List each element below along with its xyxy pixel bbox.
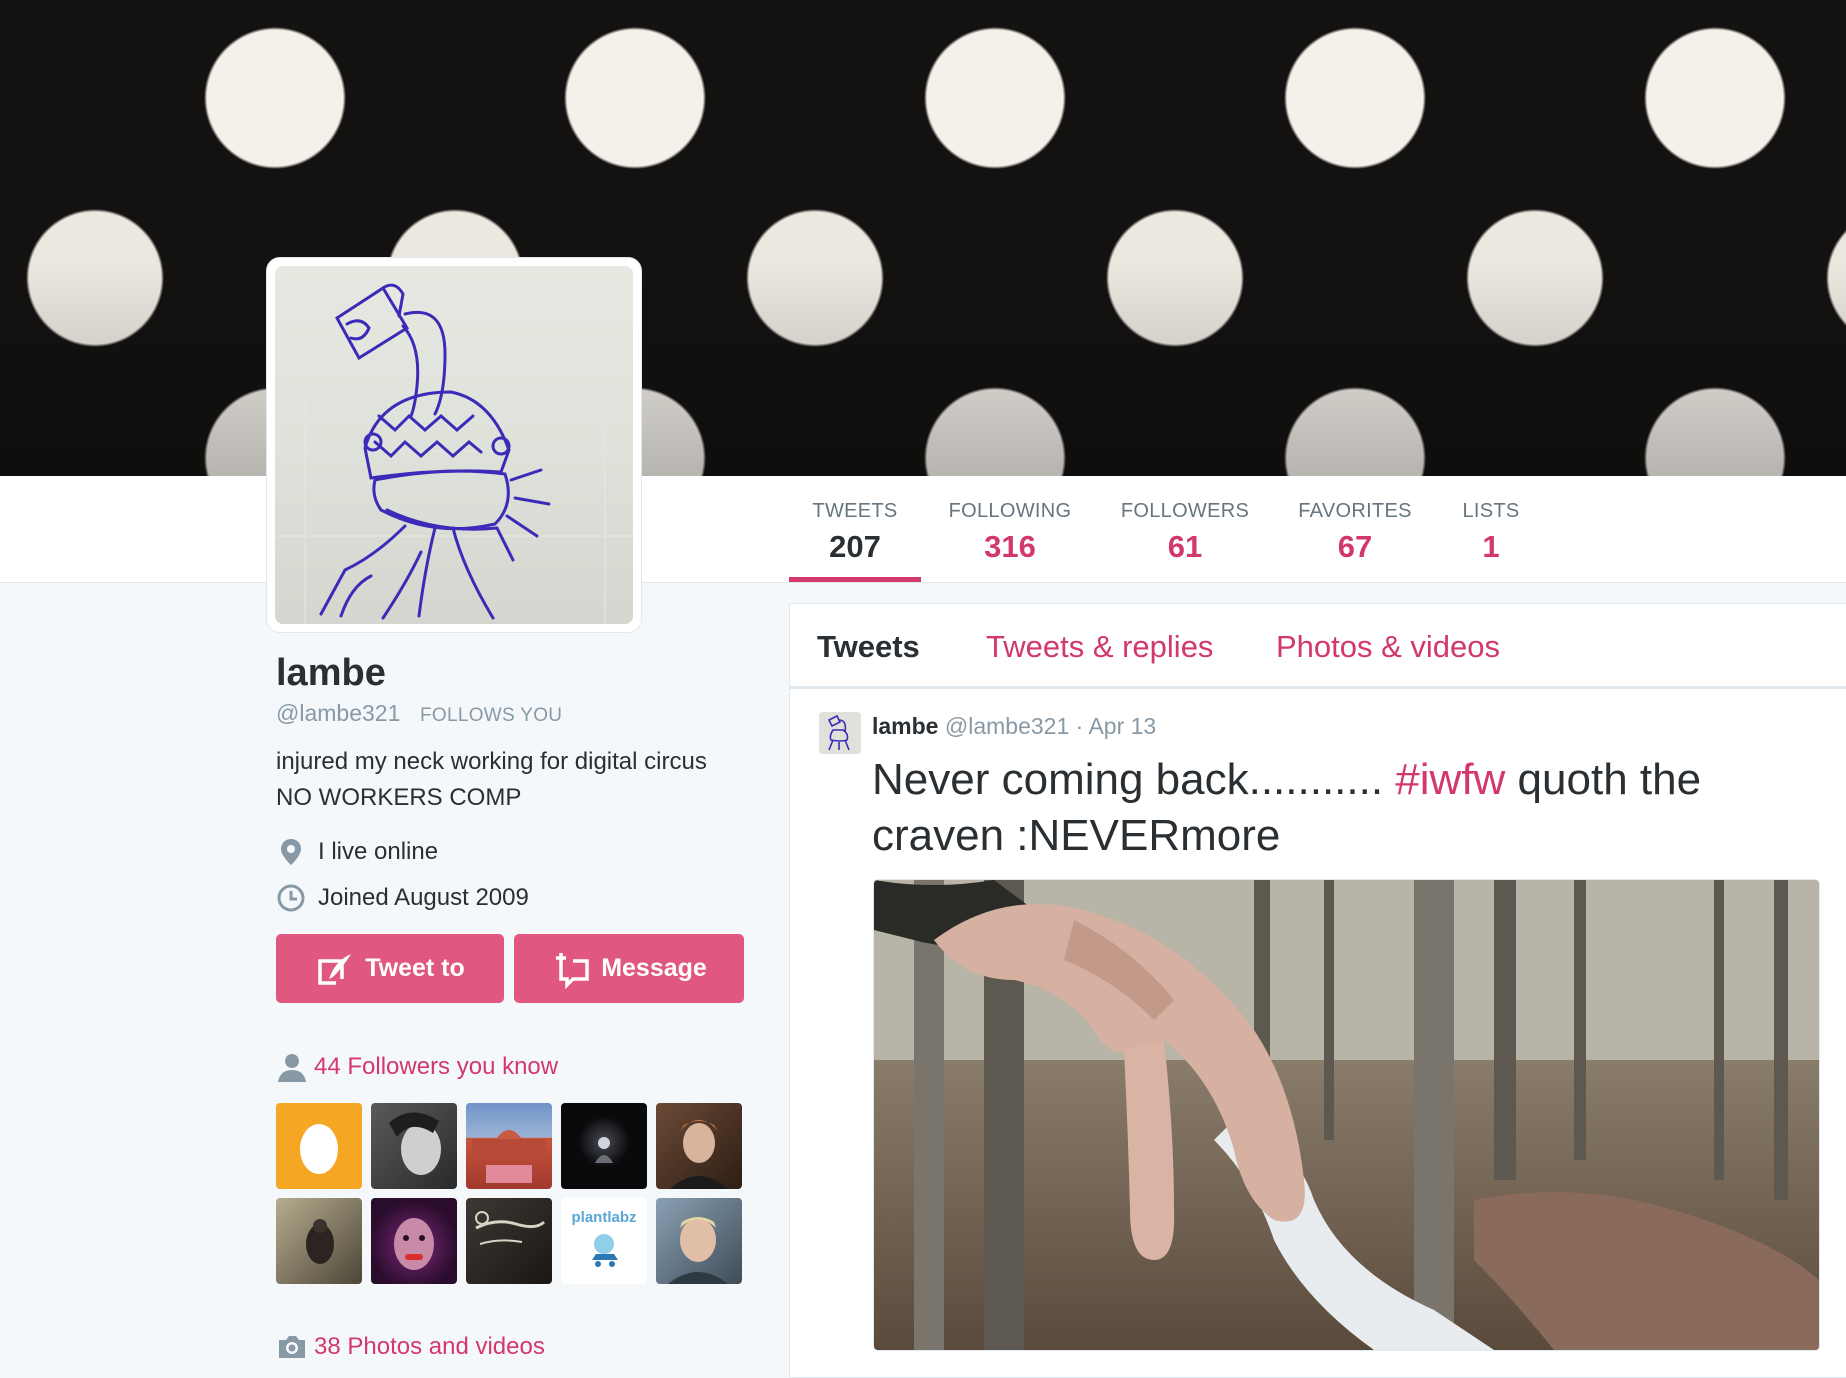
follower-avatar[interactable] xyxy=(656,1198,742,1284)
message-label: Message xyxy=(601,954,707,982)
message-button[interactable]: Message xyxy=(514,934,744,1003)
tweet-text-part: Never coming back........... xyxy=(872,755,1396,804)
tweet-header: lambe @lambe321 · Apr 13 xyxy=(872,713,1156,740)
joined-text: Joined August 2009 xyxy=(318,884,529,911)
avatar-drawing xyxy=(275,266,633,624)
tweet-to-label: Tweet to xyxy=(365,954,465,982)
person-icon xyxy=(276,1052,308,1082)
tweet-hashtag[interactable]: #iwfw xyxy=(1395,755,1505,804)
tab-tweets[interactable]: Tweets xyxy=(817,629,920,665)
stat-label: FOLLOWERS xyxy=(1120,500,1250,522)
egg-avatar-icon xyxy=(300,1124,338,1174)
tweet-author-name[interactable]: lambe xyxy=(872,713,938,739)
location-pin-icon xyxy=(276,837,306,867)
followers-grid: plantlabz xyxy=(276,1103,746,1284)
follower-avatar[interactable] xyxy=(371,1198,457,1284)
follower-avatar[interactable] xyxy=(561,1103,647,1189)
stat-value: 67 xyxy=(1337,529,1373,564)
bio-line: injured my neck working for digital circ… xyxy=(276,748,707,775)
forest-waterfall-photo-icon xyxy=(874,880,1819,1350)
stat-followers[interactable]: FOLLOWERS 61 xyxy=(1120,476,1250,582)
profile-name[interactable]: lambe xyxy=(276,652,386,695)
timeline: Tweets Tweets & replies Photos & videos … xyxy=(789,603,1846,1378)
stat-value: 316 xyxy=(984,529,1036,564)
drawing-icon xyxy=(275,266,633,624)
stat-label: FAVORITES xyxy=(1298,500,1412,522)
message-icon xyxy=(556,952,589,989)
timeline-tabs: Tweets Tweets & replies Photos & videos xyxy=(790,604,1846,689)
bio-line: NO WORKERS COMP xyxy=(276,784,522,811)
follower-avatar[interactable] xyxy=(371,1103,457,1189)
profile-joined: Joined August 2009 xyxy=(276,881,529,915)
animal-avatar-icon xyxy=(306,1219,334,1264)
stat-label: LISTS xyxy=(1462,500,1520,522)
palace-avatar-icon xyxy=(472,1130,546,1183)
dark-avatar-icon xyxy=(595,1137,613,1163)
plantlabz-logo-text: plantlabz xyxy=(571,1208,637,1226)
tab-tweets-replies[interactable]: Tweets & replies xyxy=(986,629,1213,665)
profile-bio: injured my neck working for digital circ… xyxy=(276,744,776,816)
follows-you-badge: FOLLOWS YOU xyxy=(420,705,563,726)
man-avatar-icon xyxy=(668,1217,728,1284)
plantlabz-avatar-icon xyxy=(592,1233,618,1267)
stat-label: TWEETS xyxy=(812,500,898,522)
tweet-avatar-drawing-icon xyxy=(827,714,850,751)
followers-you-know-label: 44 Followers you know xyxy=(314,1053,559,1080)
stat-tweets[interactable]: TWEETS 207 xyxy=(789,476,921,582)
tab-photos-videos[interactable]: Photos & videos xyxy=(1276,629,1500,665)
face-avatar-icon xyxy=(394,1218,434,1270)
portrait-avatar-icon xyxy=(389,1112,441,1175)
tweet-avatar[interactable] xyxy=(819,712,861,754)
follower-avatar[interactable]: plantlabz xyxy=(561,1198,647,1284)
follower-avatar[interactable] xyxy=(656,1103,742,1189)
stat-value: 1 xyxy=(1482,529,1500,564)
follower-avatar[interactable] xyxy=(466,1198,552,1284)
stat-following[interactable]: FOLLOWING 316 xyxy=(945,476,1075,582)
photos-videos-link[interactable]: 38 Photos and videos xyxy=(276,1333,545,1361)
stat-label: FOLLOWING xyxy=(948,500,1072,522)
tweet-author-handle[interactable]: @lambe321 xyxy=(945,713,1069,739)
location-text: I live online xyxy=(318,838,439,865)
camera-icon xyxy=(276,1333,308,1361)
stat-value: 207 xyxy=(829,529,881,564)
profile-screen-name[interactable]: @lambe321 xyxy=(276,700,400,727)
profile-location: I live online xyxy=(276,835,438,869)
follower-avatar[interactable] xyxy=(276,1198,362,1284)
clock-icon xyxy=(276,883,306,913)
stat-value: 61 xyxy=(1167,529,1203,564)
follower-avatar[interactable] xyxy=(276,1103,362,1189)
stat-favorites[interactable]: FAVORITES 67 xyxy=(1294,476,1416,582)
person-avatar-icon xyxy=(670,1120,728,1189)
photos-videos-label: 38 Photos and videos xyxy=(314,1333,545,1360)
tweet-date[interactable]: Apr 13 xyxy=(1088,713,1156,739)
tweet-separator: · xyxy=(1075,713,1084,739)
follower-avatar[interactable] xyxy=(466,1103,552,1189)
tweet-to-button[interactable]: Tweet to xyxy=(276,934,504,1003)
stat-lists[interactable]: LISTS 1 xyxy=(1456,476,1526,582)
profile-avatar[interactable] xyxy=(266,257,642,633)
sign-avatar-icon xyxy=(475,1211,546,1245)
tweet-media-photo[interactable] xyxy=(873,879,1820,1351)
compose-icon xyxy=(318,953,352,985)
tweet-text: Never coming back........... #iwfw quoth… xyxy=(872,752,1812,864)
followers-you-know-link[interactable]: 44 Followers you know xyxy=(276,1052,558,1082)
